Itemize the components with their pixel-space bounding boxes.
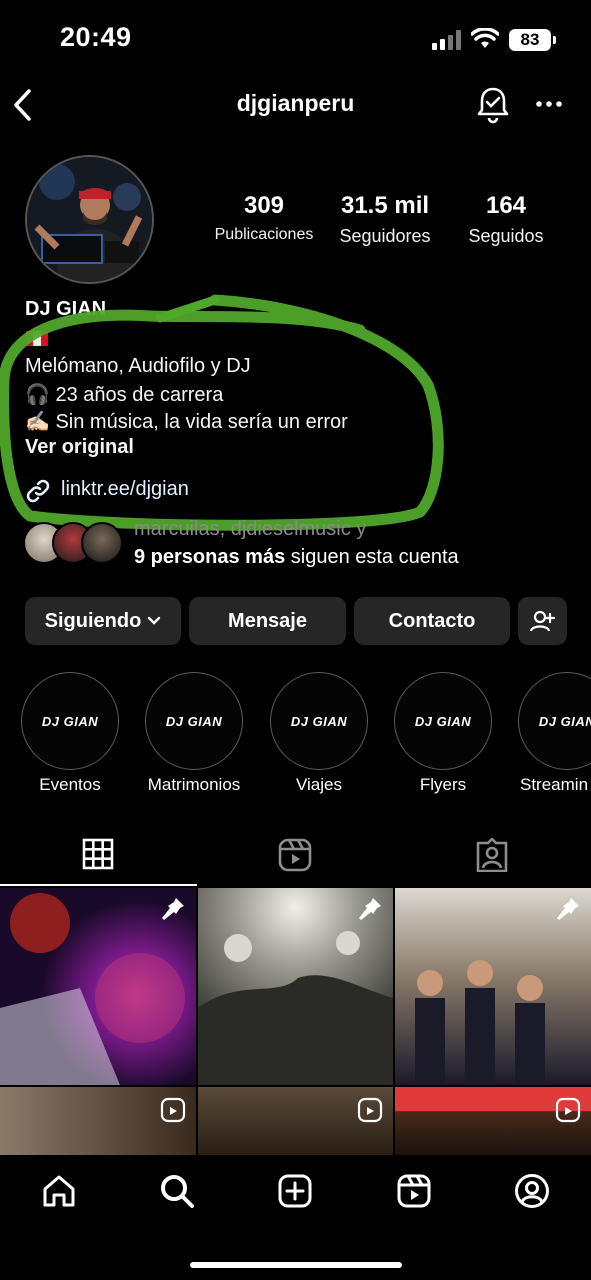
highlight-label: Streamin [520, 775, 589, 794]
post-thumbnail[interactable] [198, 888, 393, 1085]
post-thumbnail[interactable] [0, 1087, 196, 1155]
stat-posts-label: Publicaciones [214, 226, 314, 243]
highlight-viajes[interactable]: DJ GIAN [270, 672, 368, 770]
contact-button[interactable]: Contacto [354, 597, 510, 645]
highlight-logo: DJ GIAN [538, 713, 591, 729]
highlight-logo: DJ GIAN [290, 713, 348, 729]
stat-following[interactable]: 164 Seguidos [446, 192, 566, 247]
following-button-label: Siguiendo [44, 609, 142, 632]
add-person-button[interactable] [518, 597, 567, 645]
reels-icon[interactable] [278, 838, 312, 872]
highlight-eventos[interactable]: DJ GIAN [21, 672, 119, 770]
profile-icon[interactable] [514, 1173, 550, 1209]
battery-indicator: 83 [509, 29, 556, 51]
stat-following-value: 164 [485, 192, 527, 219]
highlight-label: Flyers [419, 775, 467, 794]
highlight-flyers[interactable]: DJ GIAN [394, 672, 492, 770]
profile-avatar[interactable] [25, 155, 154, 284]
mutual-followers-more[interactable]: 9 personas más siguen esta cuenta [134, 546, 459, 569]
highlight-logo: DJ GIAN [165, 713, 223, 729]
reel-badge-icon [160, 1097, 186, 1123]
stat-followers-label: Seguidores [339, 226, 431, 246]
home-indicator [190, 1262, 402, 1268]
highlight-label: Matrimonios [147, 775, 241, 794]
post-thumbnail[interactable] [395, 1087, 591, 1155]
reel-badge-icon [357, 1097, 383, 1123]
search-icon[interactable] [159, 1173, 195, 1209]
mutual-avatar-3 [81, 522, 123, 564]
bell-check-icon[interactable] [476, 86, 510, 124]
chevron-down-icon [148, 616, 161, 625]
highlight-logo: DJ GIAN [41, 713, 99, 729]
reels-nav-icon[interactable] [396, 1173, 432, 1209]
signal-icon [432, 30, 462, 50]
reel-badge-icon [555, 1097, 581, 1123]
highlight-matrimonios[interactable]: DJ GIAN [145, 672, 243, 770]
post-thumbnail[interactable] [395, 888, 591, 1085]
stat-followers-value: 31.5 mil [340, 192, 430, 219]
mutual-followers-names[interactable]: marcuilas, djdieselmusic y [134, 518, 366, 541]
stat-posts[interactable]: 309 Publicaciones [204, 192, 324, 244]
following-button[interactable]: Siguiendo [25, 597, 181, 645]
pin-icon [162, 898, 184, 920]
stat-posts-value: 309 [243, 192, 285, 219]
grid-icon[interactable] [82, 838, 114, 870]
status-time: 20:49 [60, 22, 132, 52]
mutual-count: 9 personas más [134, 546, 286, 568]
pin-icon [359, 898, 381, 920]
home-icon[interactable] [41, 1173, 77, 1209]
highlight-logo: DJ GIAN [414, 713, 472, 729]
create-icon[interactable] [277, 1173, 313, 1209]
highlight-streaming[interactable]: DJ GIAN [518, 672, 591, 770]
highlight-label: Eventos [39, 775, 101, 794]
message-button[interactable]: Mensaje [189, 597, 346, 645]
stat-followers[interactable]: 31.5 mil Seguidores [325, 192, 445, 247]
highlight-label: Viajes [296, 775, 342, 794]
wifi-icon [471, 28, 499, 50]
active-tab-indicator [0, 884, 197, 886]
mutual-rest: siguen esta cuenta [285, 546, 459, 568]
more-icon[interactable] [536, 100, 562, 108]
message-button-label: Mensaje [228, 609, 307, 632]
stat-following-label: Seguidos [468, 226, 544, 246]
pin-icon [557, 898, 579, 920]
add-person-icon [529, 610, 555, 632]
contact-button-label: Contacto [388, 609, 476, 632]
tagged-icon[interactable] [475, 838, 509, 872]
post-thumbnail[interactable] [0, 888, 196, 1085]
green-highlight-scribble [0, 290, 445, 535]
post-thumbnail[interactable] [198, 1087, 393, 1155]
